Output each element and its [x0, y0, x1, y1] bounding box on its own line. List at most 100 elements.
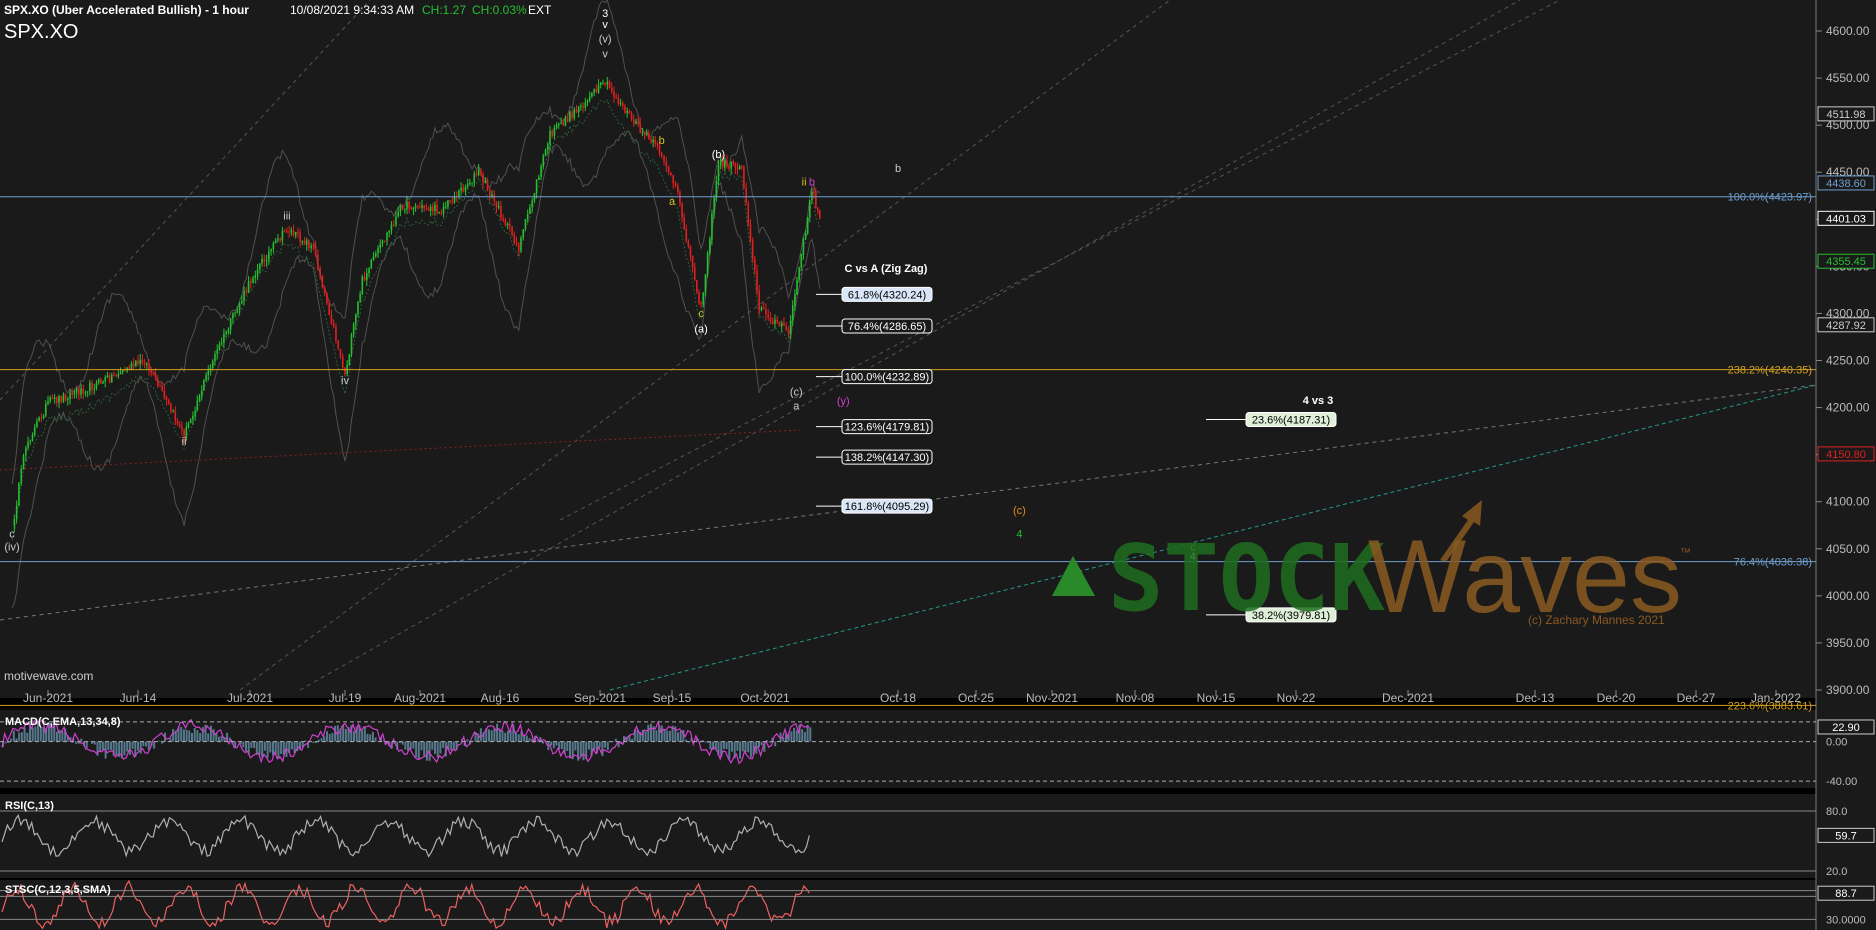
candle-body	[451, 201, 454, 203]
candle-body	[352, 324, 355, 335]
candle-body	[762, 307, 765, 310]
macd-histogram-bar	[374, 737, 377, 742]
candle-body	[137, 360, 139, 365]
macd-histogram-bar	[515, 732, 517, 742]
macd-histogram-bar	[552, 741, 555, 749]
macd-histogram-bar	[739, 741, 742, 759]
macd-histogram-bar	[679, 731, 682, 742]
candle-body	[493, 194, 496, 202]
candle-body	[176, 421, 179, 425]
indicator-tick-label: 80.0	[1826, 806, 1847, 818]
candle-body	[53, 397, 56, 400]
candle-body	[813, 191, 815, 194]
candle-body	[591, 92, 593, 97]
rsi-title: RSI(C,13)	[5, 800, 54, 812]
candle-body	[693, 267, 696, 281]
candle-body	[348, 354, 351, 365]
price-tag-label: 4287.92	[1826, 320, 1866, 332]
macd-histogram-bar	[180, 726, 183, 742]
candle-body	[677, 186, 679, 192]
macd-histogram-bar	[145, 741, 148, 747]
candle-body	[608, 81, 611, 89]
candle-body	[674, 183, 677, 187]
candle-body	[252, 277, 254, 284]
macd-histogram-bar	[506, 730, 509, 742]
candle-body	[419, 207, 421, 209]
candle-body	[477, 169, 480, 176]
candle-body	[738, 166, 741, 170]
candle-body	[691, 255, 694, 268]
candle-body	[706, 253, 709, 275]
logo-trademark: ™	[1680, 547, 1691, 559]
candle-body	[69, 392, 71, 400]
wave-label: b	[659, 135, 665, 147]
macd-title: MACD(C,EMA,13,34,8)	[5, 716, 121, 728]
candle-body	[806, 217, 809, 234]
candle-body	[102, 381, 104, 384]
candle-body	[745, 187, 747, 204]
candle-body	[73, 392, 76, 395]
indicator-value: 22.90	[1832, 722, 1860, 734]
macd-histogram-bar	[363, 727, 366, 742]
candle-body	[132, 363, 135, 367]
candle-body	[540, 166, 542, 177]
macd-histogram-bar	[199, 733, 202, 742]
candle-body	[152, 372, 155, 374]
candle-body	[80, 388, 82, 395]
candle-body	[187, 423, 190, 428]
candle-body	[641, 132, 644, 134]
candle-body	[404, 209, 406, 211]
candle-body	[163, 390, 166, 398]
candle-body	[613, 91, 615, 98]
price-tick-label: 4250.00	[1826, 354, 1870, 368]
candle-body	[207, 370, 210, 376]
candle-body	[427, 209, 430, 212]
macd-histogram-bar	[255, 741, 258, 755]
candle-body	[323, 287, 326, 294]
candle-body	[234, 312, 236, 314]
candle-body	[654, 139, 657, 144]
macd-histogram-bar	[277, 741, 280, 759]
candle-body	[509, 223, 511, 227]
candle-body	[730, 161, 732, 169]
fib-level-label: 238.2%(4240.35)	[1728, 365, 1812, 377]
macd-histogram-bar	[650, 723, 652, 742]
candle-body	[683, 218, 685, 229]
candle-body	[408, 201, 410, 209]
wave-label: 4	[1016, 528, 1022, 540]
macd-histogram-bar	[328, 733, 331, 742]
candle-body	[711, 213, 713, 240]
candle-body	[119, 372, 122, 375]
wave-label: a	[793, 400, 800, 412]
macd-histogram-bar	[353, 731, 355, 742]
candle-body	[791, 305, 794, 321]
macd-histogram-bar	[107, 741, 110, 751]
price-axis[interactable]	[1816, 0, 1876, 930]
macd-histogram-bar	[793, 728, 796, 742]
price-tag-label: 4401.03	[1826, 213, 1866, 225]
candle-body	[33, 426, 36, 436]
candle-body	[624, 106, 626, 113]
macd-histogram-bar	[574, 741, 577, 751]
candle-body	[758, 290, 760, 311]
candle-body	[283, 230, 286, 232]
candle-body	[754, 259, 756, 271]
macd-histogram-bar	[269, 741, 272, 753]
candle-body	[47, 401, 49, 404]
candle-body	[308, 240, 310, 248]
candle-body	[229, 318, 232, 330]
macd-histogram-bar	[366, 733, 369, 742]
candle-body	[672, 174, 675, 184]
candle-body	[582, 105, 584, 108]
candle-body	[787, 329, 790, 334]
candle-body	[670, 172, 672, 175]
candle-body	[549, 130, 551, 145]
candle-body	[778, 321, 781, 327]
candle-body	[462, 187, 465, 192]
candle-body	[575, 109, 578, 113]
fib-group-title: 4 vs 3	[1303, 395, 1334, 407]
candle-body	[577, 106, 580, 113]
candle-body	[817, 207, 819, 211]
rsi-panel[interactable]	[0, 794, 1816, 878]
candle-body	[406, 201, 408, 210]
